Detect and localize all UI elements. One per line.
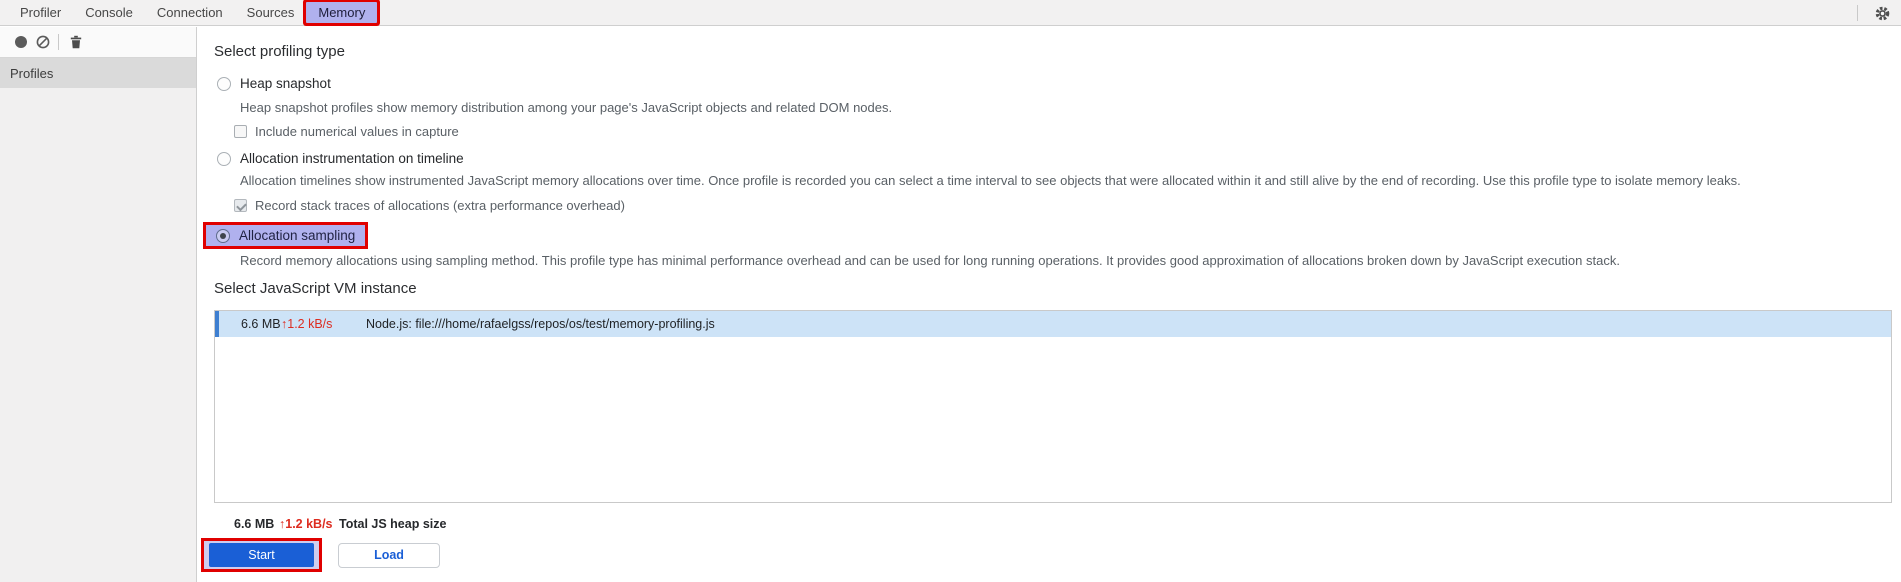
checkbox-include-numerical-values-label: Include numerical values in capture: [255, 124, 459, 139]
vm-instance-heading: Select JavaScript VM instance: [214, 280, 417, 297]
profiles-toolbar: [0, 27, 196, 58]
profiling-type-heading: Select profiling type: [214, 43, 345, 60]
vm-instance-list: 6.6 MB ↑1.2 kB/s Node.js: file:///home/r…: [214, 310, 1892, 503]
vm-instance-row[interactable]: 6.6 MB ↑1.2 kB/s Node.js: file:///home/r…: [215, 311, 1891, 337]
tab-console[interactable]: Console: [73, 2, 145, 23]
clear-icon[interactable]: [32, 31, 54, 53]
option-heap-snapshot-label: Heap snapshot: [240, 76, 331, 91]
tab-profiler[interactable]: Profiler: [8, 2, 73, 23]
record-icon[interactable]: [10, 31, 32, 53]
checkbox-record-stack-traces-icon[interactable]: [234, 199, 247, 212]
delete-icon[interactable]: [65, 31, 87, 53]
profiles-panel-header-label: Profiles: [10, 65, 54, 81]
checkbox-include-numerical-values-icon[interactable]: [234, 125, 247, 138]
option-heap-snapshot-description: Heap snapshot profiles show memory distr…: [240, 100, 893, 115]
vm-instance-size: 6.6 MB: [241, 317, 281, 331]
toolbar-divider: [58, 34, 59, 50]
allocation-sampling-annotation: Allocation sampling: [203, 222, 369, 249]
radio-heap-snapshot-icon[interactable]: [217, 76, 231, 91]
tab-connection[interactable]: Connection: [145, 2, 235, 23]
tab-sources[interactable]: Sources: [235, 2, 307, 23]
checkbox-record-stack-traces[interactable]: Record stack traces of allocations (extr…: [234, 198, 625, 213]
vm-instance-rate: ↑1.2 kB/s: [281, 317, 333, 331]
memory-panel: Select profiling type Heap snapshot Heap…: [198, 27, 1901, 582]
tab-memory[interactable]: Memory: [306, 2, 378, 23]
option-allocation-timeline-label: Allocation instrumentation on timeline: [240, 151, 464, 166]
option-allocation-timeline[interactable]: Allocation instrumentation on timeline: [217, 151, 464, 166]
heap-total-label: Total JS heap size: [339, 517, 447, 531]
gear-icon[interactable]: [1871, 2, 1893, 24]
load-button[interactable]: Load: [338, 542, 440, 568]
vm-instance-name: Node.js: file:///home/rafaelgss/repos/os…: [366, 317, 715, 331]
checkbox-record-stack-traces-label: Record stack traces of allocations (extr…: [255, 198, 625, 213]
actions-row: Start Load: [201, 538, 440, 572]
profiles-panel-header: Profiles: [0, 58, 196, 88]
heap-total-rate: ↑1.2 kB/s: [279, 517, 333, 531]
devtools-tabbar: Profiler Console Connection Sources Memo…: [0, 0, 1901, 26]
heap-total-size: 6.6 MB: [234, 517, 275, 531]
option-allocation-sampling[interactable]: Allocation sampling: [216, 228, 355, 243]
start-button[interactable]: Start: [209, 543, 314, 567]
checkbox-include-numerical-values[interactable]: Include numerical values in capture: [234, 124, 459, 139]
option-allocation-timeline-description: Allocation timelines show instrumented J…: [240, 173, 1741, 188]
start-button-annotation: Start: [201, 538, 322, 572]
option-allocation-sampling-label: Allocation sampling: [239, 228, 356, 243]
radio-allocation-sampling-icon[interactable]: [216, 228, 230, 243]
radio-allocation-timeline-icon[interactable]: [217, 151, 231, 166]
tabbar-divider: [1857, 5, 1858, 21]
profiles-sidebar: Profiles: [0, 27, 197, 582]
option-allocation-sampling-description: Record memory allocations using sampling…: [240, 253, 1620, 268]
option-heap-snapshot[interactable]: Heap snapshot: [217, 76, 331, 91]
heap-total-row: 6.6 MB ↑1.2 kB/s Total JS heap size: [234, 517, 446, 531]
